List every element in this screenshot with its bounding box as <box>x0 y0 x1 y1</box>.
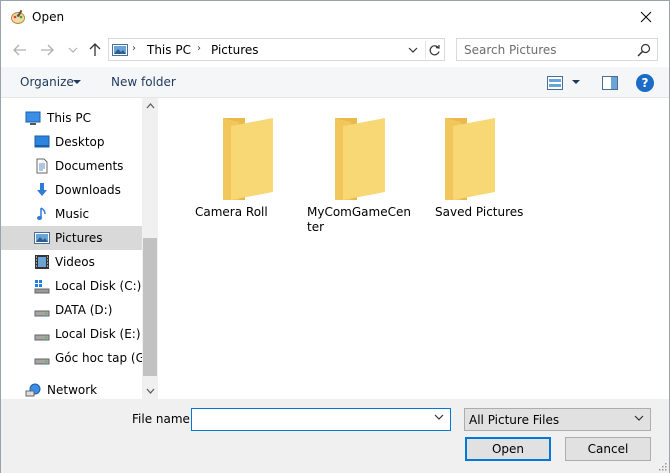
sidebar-item-data-d[interactable]: DATA (D:) <box>1 298 142 322</box>
breadcrumb-separator: › <box>132 43 136 54</box>
sidebar-item-label: DATA (D:) <box>55 303 113 317</box>
close-button[interactable] <box>623 1 669 33</box>
sidebar-item-label: Desktop <box>55 135 105 149</box>
sidebar-item-label: Documents <box>55 159 124 173</box>
sidebar-item-this-pc[interactable]: This PC <box>1 106 142 130</box>
search-input[interactable]: Search Pictures <box>456 38 658 61</box>
arrow-right-icon <box>41 44 54 56</box>
folder-item-mycomgamecenter[interactable]: MyComGameCenter <box>307 114 413 238</box>
address-dropdown-button[interactable] <box>406 43 420 57</box>
desktop-icon <box>34 135 50 148</box>
drive-icon <box>34 310 50 317</box>
sidebar-item-goc-hoc-tap-g[interactable]: Góc hoc tap (G:) <box>1 346 154 370</box>
help-button[interactable]: ? <box>636 74 654 92</box>
file-name-input[interactable] <box>191 408 451 431</box>
file-list: Camera Roll MyComGameCenter Saved Pictur… <box>158 98 669 399</box>
refresh-button[interactable] <box>425 41 443 59</box>
breadcrumb-this-pc[interactable]: This PC <box>147 43 191 57</box>
breadcrumb-pictures[interactable]: Pictures <box>211 43 259 57</box>
refresh-icon <box>429 44 440 55</box>
change-view-icon[interactable] <box>547 76 563 90</box>
arrow-up-icon <box>89 43 101 56</box>
sidebar-item-local-disk-c[interactable]: Local Disk (C:) <box>1 274 142 298</box>
documents-icon <box>36 158 48 174</box>
sidebar-item-videos[interactable]: Videos <box>1 250 142 274</box>
local-disk-c-icon <box>34 280 50 294</box>
window-title: Open <box>32 10 65 24</box>
chevron-down-icon <box>68 47 78 53</box>
folder-item-saved-pictures[interactable]: Saved Pictures <box>435 114 541 238</box>
sidebar-item-label: Music <box>55 207 90 221</box>
organize-dropdown-icon <box>73 80 81 84</box>
sidebar-item-downloads[interactable]: Downloads <box>1 178 142 202</box>
chevron-down-icon <box>408 47 418 53</box>
back-button[interactable] <box>12 42 28 58</box>
open-dialog: Open › This PC › Pictures Search Picture… <box>0 0 670 473</box>
organize-button[interactable]: Organize <box>20 75 74 89</box>
sidebar-scrollbar[interactable] <box>142 98 158 399</box>
address-bar[interactable]: › This PC › Pictures <box>108 38 445 61</box>
breadcrumb-separator: › <box>197 43 201 54</box>
sidebar-item-label: Downloads <box>55 183 121 197</box>
sidebar-item-desktop[interactable]: Desktop <box>1 130 142 154</box>
chevron-down-icon <box>146 388 154 394</box>
sidebar-item-label: Góc hoc tap (G:) <box>55 351 154 365</box>
network-icon <box>25 383 41 397</box>
folder-icon <box>445 118 495 200</box>
folder-label: Saved Pictures <box>435 205 524 219</box>
arrow-left-icon <box>13 44 26 56</box>
help-icon: ? <box>641 76 649 90</box>
resize-grip-icon[interactable] <box>657 461 667 471</box>
chevron-up-icon <box>146 103 154 109</box>
open-button[interactable]: Open <box>465 437 551 461</box>
sidebar-item-pictures[interactable]: Pictures <box>1 226 142 250</box>
up-button[interactable] <box>87 42 103 58</box>
sidebar-item-label: This PC <box>47 111 91 125</box>
command-bar: Organize New folder ? <box>1 67 669 98</box>
view-options-dropdown-icon[interactable] <box>572 80 580 84</box>
scroll-thumb[interactable] <box>143 238 157 376</box>
sidebar-item-label: Local Disk (E:) <box>55 327 141 341</box>
paint-app-icon <box>11 9 25 24</box>
folder-icon <box>223 118 273 200</box>
new-folder-button[interactable]: New folder <box>111 75 176 89</box>
sidebar-item-documents[interactable]: Documents <box>1 154 142 178</box>
folder-item-camera-roll[interactable]: Camera Roll <box>195 114 301 238</box>
scroll-down-button[interactable] <box>142 383 158 399</box>
sidebar-item-label: Local Disk (C:) <box>55 279 142 293</box>
scroll-up-button[interactable] <box>142 98 158 114</box>
dialog-footer: File name: All Picture Files Open Cancel <box>1 399 669 473</box>
recent-locations-button[interactable] <box>65 42 81 58</box>
file-name-label: File name: <box>132 412 194 426</box>
pictures-icon <box>34 232 50 244</box>
sidebar-item-label: Videos <box>55 255 95 269</box>
sidebar-item-local-disk-e[interactable]: Local Disk (E:) <box>1 322 142 346</box>
navigation-pane: This PC Desktop Documents Downloads Musi… <box>1 98 158 399</box>
forward-button[interactable] <box>39 42 55 58</box>
folder-label: MyComGameCenter <box>307 205 411 234</box>
chevron-down-icon[interactable] <box>434 414 444 421</box>
downloads-icon <box>37 183 47 196</box>
title-bar: Open <box>1 1 669 33</box>
file-type-value: All Picture Files <box>469 413 560 427</box>
sidebar-item-label: Network <box>47 383 98 397</box>
folder-icon <box>335 118 385 200</box>
this-pc-icon <box>25 111 41 125</box>
pictures-folder-icon <box>112 44 128 56</box>
chevron-down-icon <box>634 415 644 421</box>
sidebar-item-music[interactable]: Music <box>1 202 142 226</box>
music-icon <box>37 207 46 220</box>
cancel-button[interactable]: Cancel <box>565 437 651 461</box>
drive-icon <box>34 334 50 341</box>
preview-pane-icon[interactable] <box>602 76 618 90</box>
close-icon <box>640 11 652 23</box>
sidebar-item-label: Pictures <box>55 231 103 245</box>
videos-icon <box>35 255 49 269</box>
folder-label: Camera Roll <box>195 205 268 219</box>
search-icon <box>637 43 651 57</box>
file-type-select[interactable]: All Picture Files <box>464 408 651 431</box>
drive-icon <box>34 358 50 365</box>
search-placeholder: Search Pictures <box>464 43 557 57</box>
